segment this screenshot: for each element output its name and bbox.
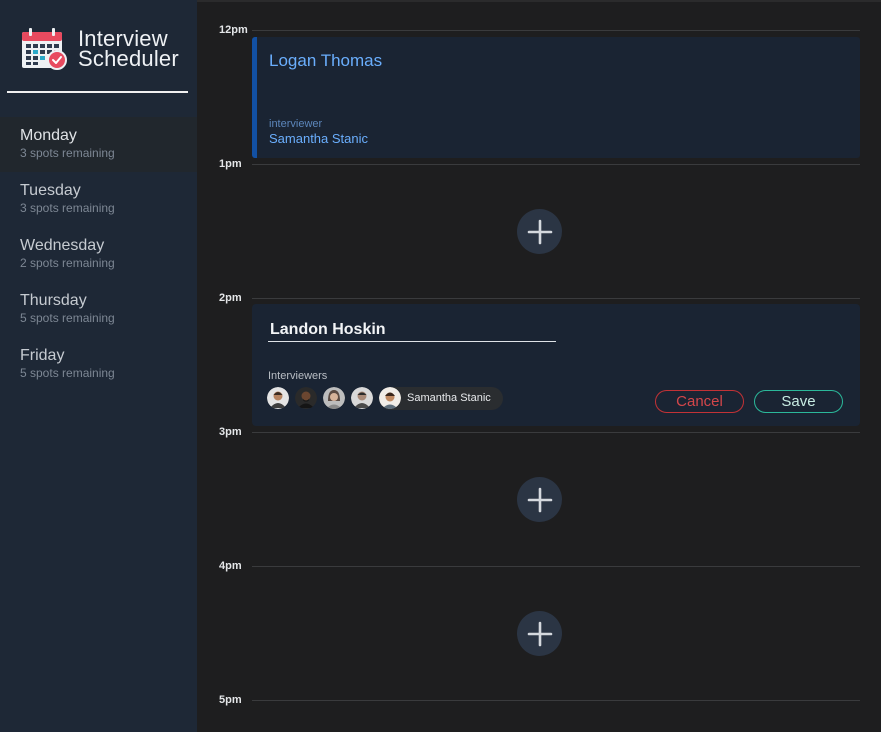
slot-separator: [252, 566, 860, 567]
selected-interviewer[interactable]: Samantha Stanic: [379, 386, 503, 410]
slot-time: 12pm: [219, 24, 248, 36]
booked-interviewer-label: interviewer: [269, 118, 323, 130]
appointment-slot-1pm: 1pm: [197, 158, 881, 298]
appointment-form: Interviewers: [252, 304, 860, 426]
person-avatar-icon: [351, 387, 373, 409]
day-name: Thursday: [20, 292, 87, 309]
selected-interviewer-name: Samantha Stanic: [407, 392, 491, 404]
booked-appointment[interactable]: Logan Thomas interviewer Samantha Stanic: [252, 37, 860, 158]
appointment-slot-3pm: 3pm: [197, 426, 881, 566]
slot-separator: [252, 164, 860, 165]
slot-time: 2pm: [219, 292, 242, 304]
appointment-slot-2pm: 2pm Interviewers: [197, 292, 881, 432]
add-appointment-button[interactable]: [517, 611, 562, 656]
day-spots: 3 spots remaining: [20, 146, 115, 160]
booked-interviewer-name: Samantha Stanic: [269, 131, 369, 146]
calendar-check-icon: [22, 28, 67, 70]
day-spots: 3 spots remaining: [20, 201, 115, 215]
interviewer-avatar: [379, 387, 401, 409]
slot-time: 3pm: [219, 426, 242, 438]
day-item-monday[interactable]: Monday 3 spots remaining: [0, 117, 197, 172]
day-item-wednesday[interactable]: Wednesday 2 spots remaining: [0, 227, 197, 282]
slot-separator: [252, 700, 860, 701]
plus-icon: [527, 487, 552, 512]
schedule: 12pm Logan Thomas interviewer Samantha S…: [197, 0, 881, 732]
add-appointment-button[interactable]: [517, 477, 562, 522]
day-name: Wednesday: [20, 237, 105, 254]
appointment-slot-12pm: 12pm Logan Thomas interviewer Samantha S…: [197, 24, 881, 164]
interviewer-avatar[interactable]: [351, 387, 373, 409]
person-avatar-icon: [379, 387, 401, 409]
app: Interview Scheduler Monday 3 spots remai…: [0, 0, 881, 732]
slot-separator: [252, 432, 860, 433]
day-name: Friday: [20, 347, 65, 364]
booked-student-name: Logan Thomas: [269, 51, 383, 70]
slot-time: 1pm: [219, 158, 242, 170]
sidebar-divider: [7, 91, 188, 93]
interviewer-list: Samantha Stanic: [267, 386, 503, 410]
day-item-tuesday[interactable]: Tuesday 3 spots remaining: [0, 172, 197, 227]
day-list: Monday 3 spots remaining Tuesday 3 spots…: [0, 117, 197, 392]
interviewer-avatar[interactable]: [295, 387, 317, 409]
appointment-slot-4pm: 4pm: [197, 560, 881, 700]
sidebar: Interview Scheduler Monday 3 spots remai…: [0, 0, 197, 732]
day-spots: 5 spots remaining: [20, 311, 115, 325]
app-title-line2: Scheduler: [78, 46, 179, 71]
brand: Interview Scheduler: [20, 26, 190, 72]
plus-icon: [527, 219, 552, 244]
add-appointment-button[interactable]: [517, 209, 562, 254]
day-name: Monday: [20, 127, 77, 144]
day-item-thursday[interactable]: Thursday 5 spots remaining: [0, 282, 197, 337]
day-spots: 5 spots remaining: [20, 366, 115, 380]
person-avatar-icon: [295, 387, 317, 409]
cancel-button[interactable]: Cancel: [655, 390, 744, 413]
appointment-slot-5pm: 5pm: [197, 694, 881, 732]
person-avatar-icon: [267, 387, 289, 409]
plus-icon: [527, 621, 552, 646]
interviewer-avatar[interactable]: [267, 387, 289, 409]
interviewers-label: Interviewers: [268, 370, 328, 382]
day-name: Tuesday: [20, 182, 81, 199]
schedule-top-border: [197, 0, 881, 2]
interviewer-avatar[interactable]: [323, 387, 345, 409]
person-avatar-icon: [323, 387, 345, 409]
day-item-friday[interactable]: Friday 5 spots remaining: [0, 337, 197, 392]
slot-separator: [252, 298, 860, 299]
slot-separator: [252, 30, 860, 31]
slot-time: 5pm: [219, 694, 242, 706]
save-button[interactable]: Save: [754, 390, 843, 413]
day-spots: 2 spots remaining: [20, 256, 115, 270]
slot-time: 4pm: [219, 560, 242, 572]
student-name-input[interactable]: [268, 318, 556, 342]
app-title: Interview Scheduler: [78, 28, 179, 71]
